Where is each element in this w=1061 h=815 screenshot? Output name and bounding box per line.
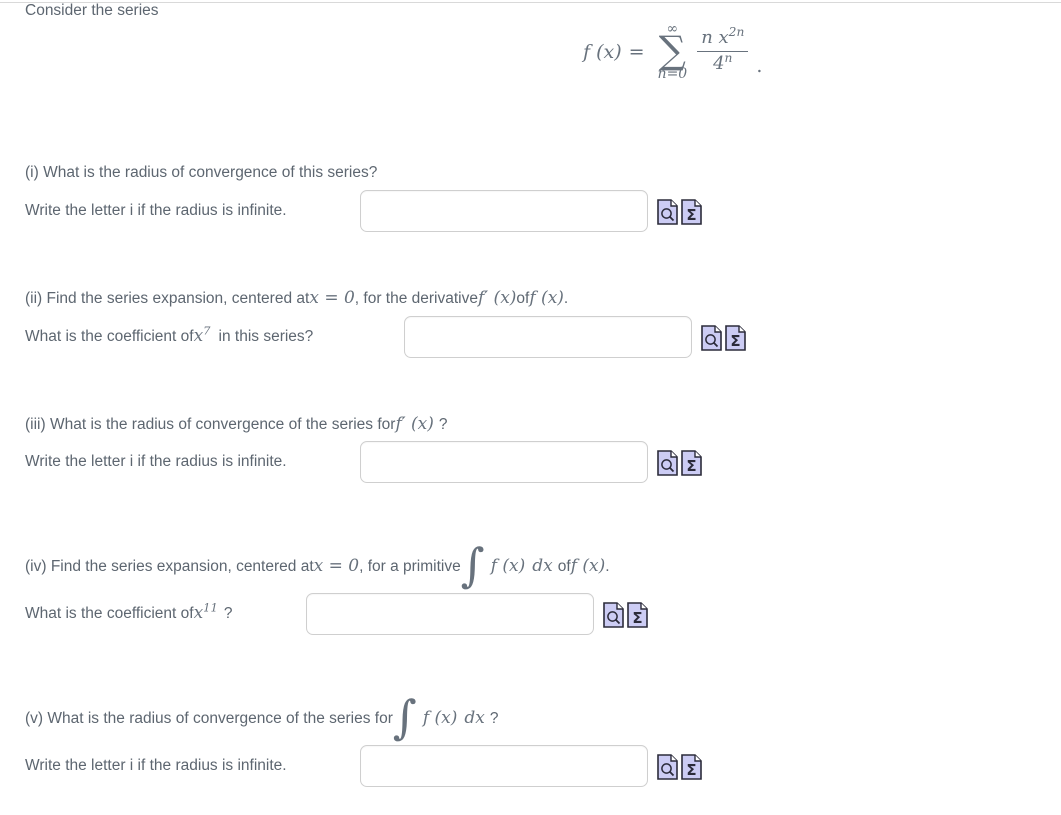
question-iii-math-fprime: f′ (x) <box>395 414 434 434</box>
equation-period: . <box>756 55 763 78</box>
answer-input-iii[interactable] <box>360 441 648 483</box>
svg-text:Σ: Σ <box>632 609 642 627</box>
preview-icon[interactable] <box>657 199 678 225</box>
question-iv-math-power: x11 <box>193 600 218 623</box>
answer-input-v[interactable] <box>360 745 648 787</box>
question-iv-math-x-equals-0: x = 0 <box>313 556 360 576</box>
question-iv-text-c: of <box>557 558 571 575</box>
question-iv-line1: (iv) Find the series expansion, centered… <box>25 538 610 592</box>
icon-group-iv: Σ <box>603 602 648 628</box>
question-v-math-dx: dx <box>464 708 485 728</box>
equation-fraction: n x2n 4n <box>697 25 749 75</box>
math-editor-icon[interactable]: Σ <box>681 199 702 225</box>
svg-text:Σ: Σ <box>730 332 740 350</box>
preview-icon[interactable] <box>603 602 624 628</box>
numerator-exponent: 2n <box>728 25 745 40</box>
question-v-math-f: f (x) <box>422 708 458 728</box>
question-iii-line2: Write the letter i if the radius is infi… <box>25 453 287 470</box>
question-v-text-a: (v) What is the radius of convergence of… <box>25 710 393 727</box>
summation-operator: ∞ ∑ n=0 <box>658 22 688 81</box>
question-iv-math-f2: f (x) <box>570 556 606 576</box>
preview-icon[interactable] <box>657 754 678 780</box>
question-iv-exponent: 11 <box>203 600 218 615</box>
math-editor-icon[interactable]: Σ <box>627 602 648 628</box>
answer-input-iv[interactable] <box>306 593 594 635</box>
question-iii-text-a: (iii) What is the radius of convergence … <box>25 416 396 433</box>
question-iv-line2: What is the coefficient of x11? <box>25 600 233 623</box>
equation-lhs: f (x) <box>583 40 622 63</box>
svg-text:Σ: Σ <box>686 457 696 475</box>
question-iv-coef-text-b: ? <box>223 605 233 622</box>
denominator-exponent: n <box>724 51 733 66</box>
fraction-denominator: 4n <box>697 51 749 75</box>
question-iii-text-b: ? <box>438 416 448 433</box>
math-editor-icon[interactable]: Σ <box>725 325 746 351</box>
question-i-line1: (i) What is the radius of convergence of… <box>25 164 378 181</box>
answer-input-i[interactable] <box>360 190 648 232</box>
math-editor-icon[interactable]: Σ <box>681 754 702 780</box>
intro-text: Consider the series <box>25 2 159 19</box>
fraction-numerator: n x2n <box>701 25 745 49</box>
question-ii-text-d: . <box>563 290 569 307</box>
question-ii-exponent: 7 <box>203 323 211 338</box>
question-ii-math-fprime: f′ (x) <box>478 288 517 308</box>
svg-text:Σ: Σ <box>686 761 696 779</box>
question-iv-text-b: , for a primitive <box>359 558 461 575</box>
question-iv-text-a: (iv) Find the series expansion, centered… <box>25 558 314 575</box>
series-equation: f (x) = ∞ ∑ n=0 n x2n 4n . <box>583 22 762 81</box>
question-v-text-b: ? <box>489 710 499 727</box>
sum-lower-limit: n=0 <box>657 66 688 83</box>
icon-group-i: Σ <box>657 199 702 225</box>
answer-input-ii[interactable] <box>404 316 692 358</box>
question-ii-text-c: of <box>516 290 530 307</box>
question-iii-line1: (iii) What is the radius of convergence … <box>25 416 448 433</box>
icon-group-v: Σ <box>657 754 702 780</box>
preview-icon[interactable] <box>657 450 678 476</box>
question-iv-math-f: f (x) <box>490 556 526 576</box>
question-ii-math-power: x7 <box>193 323 211 346</box>
question-ii-coef-text: What is the coefficient of <box>25 328 194 345</box>
question-ii-line1: (ii) Find the series expansion, centered… <box>25 290 568 307</box>
question-ii-line2: What is the coefficient of x7 in this ser… <box>25 323 314 346</box>
icon-group-iii: Σ <box>657 450 702 476</box>
question-iv-math-dx: dx <box>532 556 553 576</box>
question-ii-math-f: f (x) <box>529 288 564 308</box>
exercise-page: Consider the series f (x) = ∞ ∑ n=0 n x2… <box>0 0 1061 815</box>
sigma-icon: ∑ <box>658 28 686 72</box>
svg-text:Σ: Σ <box>686 206 696 224</box>
question-ii-coef-text-b: in this series? <box>218 328 314 345</box>
math-editor-icon[interactable]: Σ <box>681 450 702 476</box>
icon-group-ii: Σ <box>701 325 746 351</box>
question-iv-coef-text: What is the coefficient of <box>25 605 194 622</box>
equation-equals: = <box>628 40 645 63</box>
question-iv-text-d: . <box>605 558 610 575</box>
question-ii-math-x-equals-0: x = 0 <box>309 288 355 308</box>
question-v-line2: Write the letter i if the radius is infi… <box>25 757 287 774</box>
question-ii-text-a: (ii) Find the series expansion, centered… <box>25 290 310 307</box>
question-v-line1: (v) What is the radius of convergence of… <box>25 690 499 744</box>
question-ii-text-b: , for the derivative <box>354 290 478 307</box>
preview-icon[interactable] <box>701 325 722 351</box>
question-i-line2: Write the letter i if the radius is infi… <box>25 202 287 219</box>
